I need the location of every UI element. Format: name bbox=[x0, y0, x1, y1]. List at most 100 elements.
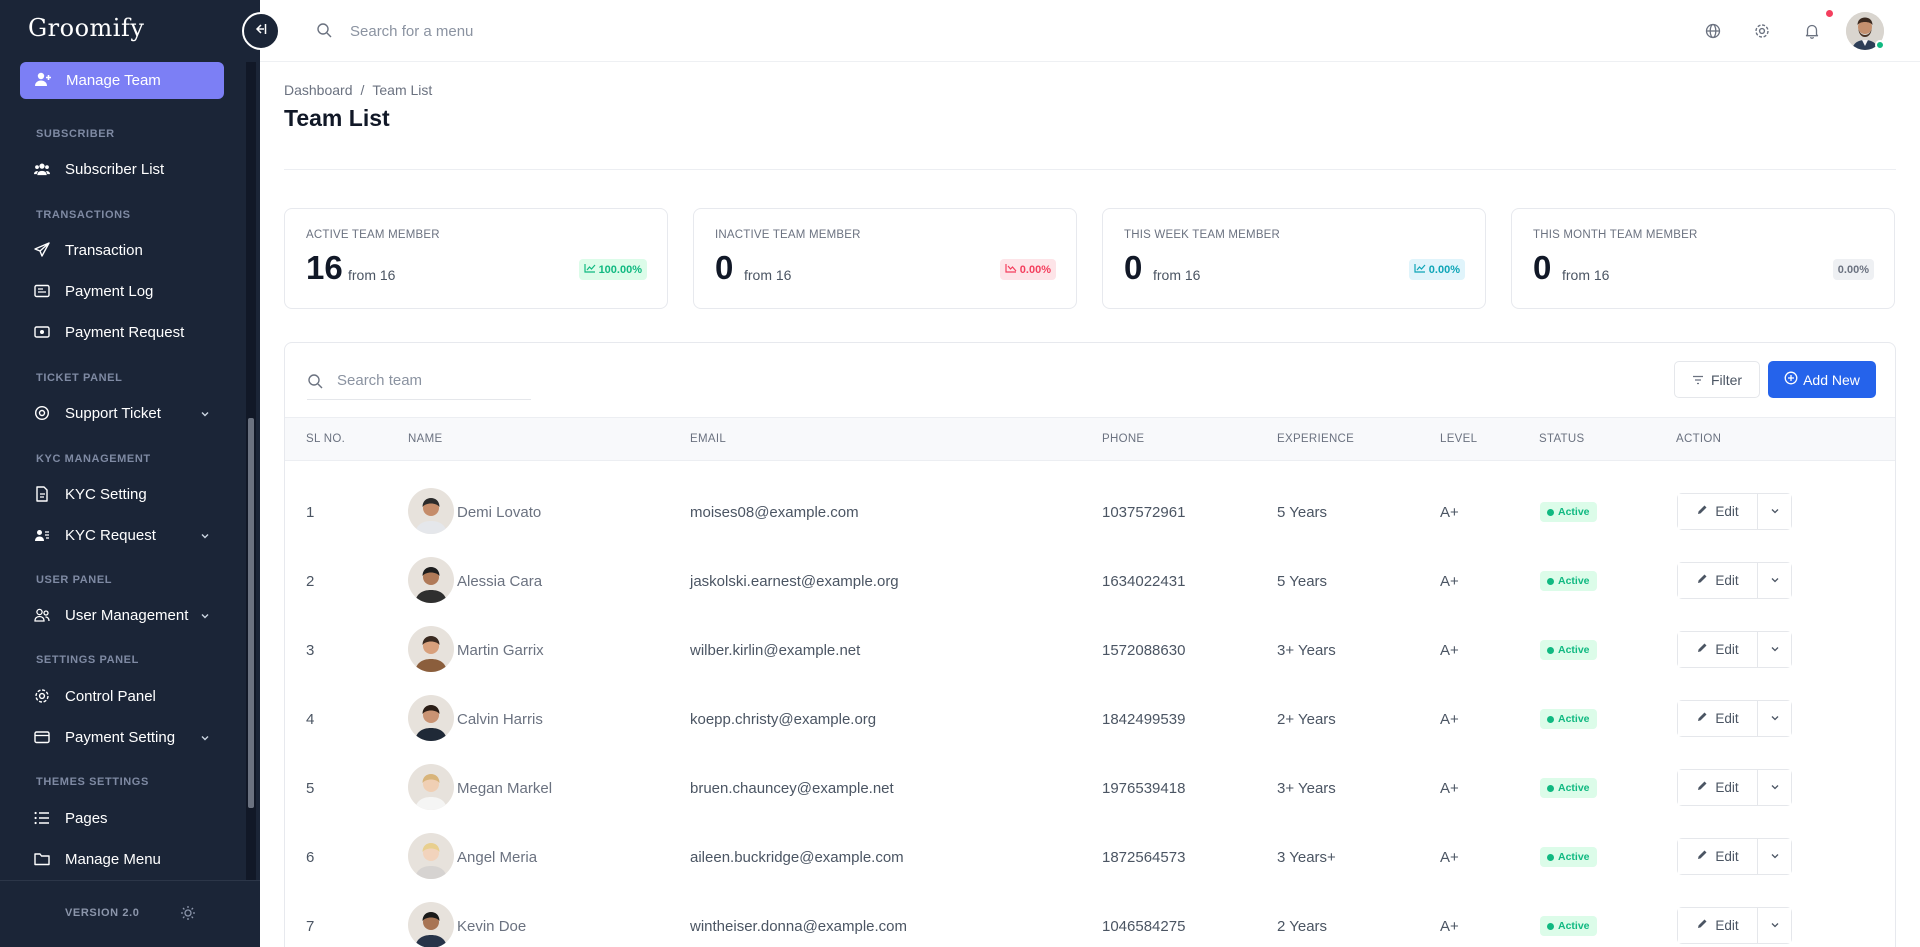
sidebar-item-payment-setting[interactable]: Payment Setting bbox=[34, 722, 210, 752]
cell-name[interactable]: Alessia Cara bbox=[457, 573, 542, 590]
table-row: 4 Calvin Harris koepp.christy@example.org 1… bbox=[285, 684, 1895, 753]
cell-phone: 1842499539 bbox=[1102, 711, 1186, 728]
chevron-down-icon[interactable] bbox=[200, 406, 210, 423]
filter-button[interactable]: Filter bbox=[1674, 361, 1760, 398]
stat-change-value: 0.00% bbox=[1019, 263, 1051, 276]
breadcrumb-current: Team List bbox=[372, 82, 433, 98]
sidebar-scroll-thumb[interactable] bbox=[248, 418, 254, 808]
filter-label: Filter bbox=[1710, 371, 1743, 388]
column-header-email[interactable]: EMAIL bbox=[690, 433, 726, 445]
sidebar-item-kyc-setting[interactable]: KYC Setting bbox=[34, 479, 210, 509]
team-search-input[interactable] bbox=[337, 367, 537, 393]
menu-search-input[interactable] bbox=[350, 18, 650, 44]
sidebar: Groomify Manage Team SUBSCRIBER Subscrib… bbox=[0, 0, 260, 947]
sidebar-item-label: Transaction bbox=[65, 241, 143, 259]
sidebar-item-subscriber-list[interactable]: Subscriber List bbox=[34, 154, 210, 184]
edit-label: Edit bbox=[1715, 573, 1739, 588]
column-header-status[interactable]: STATUS bbox=[1539, 433, 1584, 445]
chevron-down-icon[interactable] bbox=[200, 528, 210, 545]
edit-button[interactable]: Edit bbox=[1678, 494, 1758, 529]
plus-circle-icon bbox=[1784, 371, 1798, 388]
sidebar-item-label: Payment Request bbox=[65, 323, 185, 341]
sidebar-item-support-ticket[interactable]: Support Ticket bbox=[34, 398, 210, 428]
table-header: SL NO. NAME EMAIL PHONE EXPERIENCE LEVEL… bbox=[285, 417, 1895, 461]
status-badge: Active bbox=[1540, 502, 1597, 522]
table-row: 6 Angel Meria aileen.buckridge@example.com… bbox=[285, 822, 1895, 891]
cell-email: aileen.buckridge@example.com bbox=[690, 849, 904, 866]
edit-button[interactable]: Edit bbox=[1678, 563, 1758, 598]
cell-phone: 1046584275 bbox=[1102, 918, 1186, 935]
gear-icon bbox=[34, 688, 50, 704]
member-avatar bbox=[408, 626, 454, 672]
cell-name[interactable]: Martin Garrix bbox=[457, 642, 544, 659]
globe-icon[interactable] bbox=[1703, 21, 1723, 41]
cell-experience: 5 Years bbox=[1277, 504, 1328, 521]
edit-button[interactable]: Edit bbox=[1678, 908, 1758, 943]
pencil-icon bbox=[1696, 642, 1708, 657]
search-underline bbox=[307, 399, 531, 400]
sidebar-item-payment-log[interactable]: Payment Log bbox=[34, 276, 210, 306]
edit-button[interactable]: Edit bbox=[1678, 839, 1758, 874]
column-header-phone[interactable]: PHONE bbox=[1102, 433, 1144, 445]
stat-value: 0 bbox=[1533, 249, 1552, 286]
stat-change-badge: 0.00% bbox=[1832, 259, 1874, 280]
sidebar-item-transaction[interactable]: Transaction bbox=[34, 235, 210, 265]
status-dot bbox=[1547, 646, 1554, 654]
stat-value: 0 bbox=[1124, 249, 1143, 286]
sidebar-collapse-button[interactable] bbox=[242, 12, 280, 50]
row-actions-dropdown[interactable] bbox=[1758, 908, 1791, 943]
status-badge: Active bbox=[1540, 778, 1597, 798]
trend-up-icon bbox=[583, 263, 596, 276]
collapse-left-icon bbox=[254, 22, 268, 41]
status-badge: Active bbox=[1540, 709, 1597, 729]
section-ticket-panel: TICKET PANEL bbox=[36, 372, 123, 384]
column-header-experience[interactable]: EXPERIENCE bbox=[1277, 433, 1354, 445]
edit-button[interactable]: Edit bbox=[1678, 701, 1758, 736]
chevron-down-icon bbox=[1770, 642, 1780, 657]
row-actions-dropdown[interactable] bbox=[1758, 632, 1791, 667]
column-header-name[interactable]: NAME bbox=[408, 433, 442, 445]
cell-level: A+ bbox=[1440, 504, 1459, 521]
id-card-icon bbox=[34, 527, 50, 543]
sidebar-item-user-management[interactable]: User Management bbox=[34, 600, 210, 630]
stat-card-this-month: THIS MONTH TEAM MEMBER 0 from 16 0.00% bbox=[1511, 208, 1895, 309]
column-header-sl[interactable]: SL NO. bbox=[306, 433, 345, 445]
cell-name[interactable]: Kevin Doe bbox=[457, 918, 526, 935]
search-icon bbox=[307, 373, 323, 394]
status-text: Active bbox=[1558, 782, 1590, 794]
row-actions-dropdown[interactable] bbox=[1758, 563, 1791, 598]
chevron-down-icon[interactable] bbox=[200, 608, 210, 625]
sidebar-item-payment-request[interactable]: Payment Request bbox=[34, 317, 210, 347]
brand-logo[interactable]: Groomify bbox=[28, 14, 144, 42]
cell-experience: 3+ Years bbox=[1277, 642, 1336, 659]
row-actions-dropdown[interactable] bbox=[1758, 770, 1791, 805]
bell-icon[interactable] bbox=[1802, 21, 1822, 41]
sidebar-item-kyc-request[interactable]: KYC Request bbox=[34, 520, 210, 550]
cell-name[interactable]: Demi Lovato bbox=[457, 504, 541, 521]
sidebar-item-manage-team[interactable]: Manage Team bbox=[20, 62, 224, 99]
row-actions-dropdown[interactable] bbox=[1758, 839, 1791, 874]
stat-label: INACTIVE TEAM MEMBER bbox=[715, 229, 861, 241]
table-row: 1 Demi Lovato moises08@example.com 10375729… bbox=[285, 477, 1895, 546]
stat-card-active: ACTIVE TEAM MEMBER 16 from 16 100.00% bbox=[284, 208, 668, 309]
cell-sl: 6 bbox=[306, 849, 315, 866]
gear-icon[interactable] bbox=[1752, 21, 1772, 41]
edit-button[interactable]: Edit bbox=[1678, 632, 1758, 667]
sun-icon[interactable] bbox=[180, 905, 196, 926]
add-new-button[interactable]: Add New bbox=[1768, 361, 1876, 398]
cell-name[interactable]: Angel Meria bbox=[457, 849, 537, 866]
sidebar-item-control-panel[interactable]: Control Panel bbox=[34, 681, 210, 711]
cell-name[interactable]: Calvin Harris bbox=[457, 711, 543, 728]
row-actions-dropdown[interactable] bbox=[1758, 494, 1791, 529]
row-actions-dropdown[interactable] bbox=[1758, 701, 1791, 736]
sidebar-item-pages[interactable]: Pages bbox=[34, 803, 210, 833]
column-header-level[interactable]: LEVEL bbox=[1440, 433, 1477, 445]
breadcrumb-dashboard-link[interactable]: Dashboard bbox=[284, 82, 353, 98]
cell-experience: 3 Years+ bbox=[1277, 849, 1336, 866]
edit-button[interactable]: Edit bbox=[1678, 770, 1758, 805]
cell-name[interactable]: Megan Markel bbox=[457, 780, 552, 797]
chevron-down-icon[interactable] bbox=[200, 730, 210, 747]
cell-sl: 3 bbox=[306, 642, 315, 659]
sidebar-item-label: Manage Menu bbox=[65, 850, 161, 868]
sidebar-item-manage-menu[interactable]: Manage Menu bbox=[34, 844, 210, 874]
